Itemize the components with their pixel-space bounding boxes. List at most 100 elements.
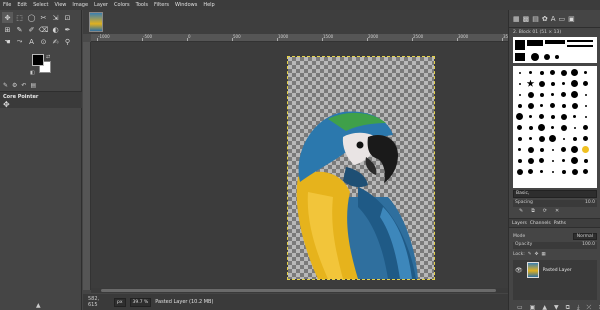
toolbox-tab-icon-3[interactable]: ▤ [30, 82, 36, 89]
brush-item[interactable] [515, 79, 524, 88]
brush-item[interactable] [548, 79, 557, 88]
scrollbar-thumb[interactable] [101, 289, 496, 292]
menu-help[interactable]: Help [203, 2, 214, 8]
brush-item[interactable] [526, 68, 535, 77]
brush-item[interactable] [537, 68, 546, 77]
rect-select-icon[interactable]: ⬚ [14, 12, 25, 23]
smudge-icon[interactable]: ☚ [2, 36, 13, 47]
brush-item[interactable] [515, 145, 524, 154]
brush-item[interactable] [570, 112, 579, 121]
brush-item[interactable] [570, 145, 579, 154]
brush-item[interactable] [581, 68, 590, 77]
brush-item[interactable] [559, 123, 568, 132]
brush-item[interactable] [526, 79, 535, 88]
brush-item[interactable] [570, 123, 579, 132]
brush-item[interactable] [515, 90, 524, 99]
crop-icon[interactable]: ⇲ [50, 12, 61, 23]
brush-item[interactable] [548, 134, 557, 143]
zoom-select[interactable]: 39.7 % [129, 297, 152, 307]
image-layer[interactable] [287, 56, 435, 280]
brush-item[interactable] [581, 101, 590, 110]
brush-item[interactable] [559, 90, 568, 99]
brush-item[interactable] [515, 156, 524, 165]
brush-item[interactable] [526, 112, 535, 121]
brush-item[interactable] [559, 112, 568, 121]
tab-layers[interactable]: Layers [512, 221, 527, 226]
brush-item[interactable] [559, 68, 568, 77]
ink-icon[interactable]: ✒ [62, 24, 73, 35]
brush-item[interactable] [537, 134, 546, 143]
cage-transform-icon[interactable]: ⊞ [2, 24, 13, 35]
opacity-slider[interactable]: Opacity 100.0 [513, 242, 597, 249]
menu-tools[interactable]: Tools [136, 2, 148, 8]
brush-item[interactable] [537, 167, 546, 176]
visibility-eye-icon[interactable]: 👁 [515, 267, 523, 274]
layer-row[interactable]: 👁 Pasted Layer [513, 260, 597, 280]
brush-item[interactable] [570, 134, 579, 143]
menu-filters[interactable]: Filters [154, 2, 169, 8]
menu-windows[interactable]: Windows [175, 2, 197, 8]
brush-item[interactable] [581, 134, 590, 143]
pencil-icon[interactable]: ✐ [26, 24, 37, 35]
brush-item[interactable] [581, 79, 590, 88]
brush-item[interactable] [526, 145, 535, 154]
brush-item[interactable] [526, 123, 535, 132]
brush-item[interactable] [570, 68, 579, 77]
brush-item[interactable] [526, 90, 535, 99]
lock-icon-2[interactable]: ▦ [541, 252, 545, 257]
foreground-color-swatch[interactable] [32, 54, 44, 66]
brush-item[interactable] [548, 167, 557, 176]
menu-edit[interactable]: Edit [17, 2, 27, 8]
toolbox-tab-icon-0[interactable]: ✎ [3, 82, 8, 89]
brush-item[interactable] [537, 90, 546, 99]
layer-action-icon-0[interactable]: ▭ [517, 304, 523, 310]
brush-tag-filter[interactable]: Basic, [513, 190, 597, 198]
brush-action-icon-1[interactable]: ⧉ [531, 208, 535, 216]
brush-item[interactable] [548, 156, 557, 165]
brush-item[interactable] [559, 79, 568, 88]
dock-tab-icon-2[interactable]: ▤ [532, 15, 539, 23]
layer-action-icon-1[interactable]: ▣ [530, 304, 536, 310]
move-tool-icon[interactable]: ✥ [2, 12, 13, 23]
tab-channels[interactable]: Channels [530, 221, 551, 226]
brush-grid[interactable] [513, 66, 597, 188]
toolbox-tab-icon-1[interactable]: ⚙ [12, 82, 17, 89]
lock-icon-0[interactable]: ✎ [528, 252, 532, 257]
layer-action-icon-5[interactable]: ⤓ [577, 304, 580, 310]
brush-item[interactable] [515, 68, 524, 77]
brush-item[interactable] [537, 79, 546, 88]
dock-tab-icon-6[interactable]: ▣ [568, 15, 575, 23]
brush-item[interactable] [537, 101, 546, 110]
brush-item[interactable] [570, 79, 579, 88]
brush-item[interactable] [515, 134, 524, 143]
unit-select[interactable]: px [114, 297, 126, 307]
brush-item[interactable] [548, 112, 557, 121]
menu-layer[interactable]: Layer [94, 2, 108, 8]
mode-select[interactable]: Normal [572, 232, 597, 240]
horizontal-scrollbar[interactable] [91, 288, 508, 293]
brush-item[interactable] [537, 112, 546, 121]
brush-item[interactable] [559, 145, 568, 154]
image-tab-thumbnail[interactable] [89, 12, 103, 32]
horizontal-ruler[interactable]: -1000-5000500100015002000250030003500 [91, 34, 513, 42]
dock-tab-icon-1[interactable]: ▩ [523, 15, 530, 23]
dock-tab-icon-4[interactable]: A [551, 15, 556, 23]
brush-item[interactable] [537, 123, 546, 132]
canvas-area[interactable] [91, 42, 508, 288]
brush-item[interactable] [515, 112, 524, 121]
brush-item[interactable] [526, 156, 535, 165]
layer-name[interactable]: Pasted Layer [543, 268, 572, 273]
brush-item[interactable] [548, 101, 557, 110]
brush-item[interactable] [515, 101, 524, 110]
swap-colors-icon[interactable]: ⇄ [46, 54, 50, 60]
brush-action-icon-3[interactable]: ✕ [555, 208, 559, 216]
spacing-slider[interactable]: Spacing 10.0 [513, 200, 597, 207]
layer-action-icon-2[interactable]: ▲ [542, 304, 547, 310]
lock-icon-1[interactable]: ✥ [535, 252, 539, 257]
dock-tab-icon-5[interactable]: ▭ [559, 15, 566, 23]
brush-item[interactable] [581, 145, 590, 154]
menu-image[interactable]: Image [72, 2, 88, 8]
brush-item[interactable] [581, 156, 590, 165]
layer-action-icon-3[interactable]: ▼ [554, 304, 559, 310]
dock-tab-icon-0[interactable]: ▦ [513, 15, 520, 23]
